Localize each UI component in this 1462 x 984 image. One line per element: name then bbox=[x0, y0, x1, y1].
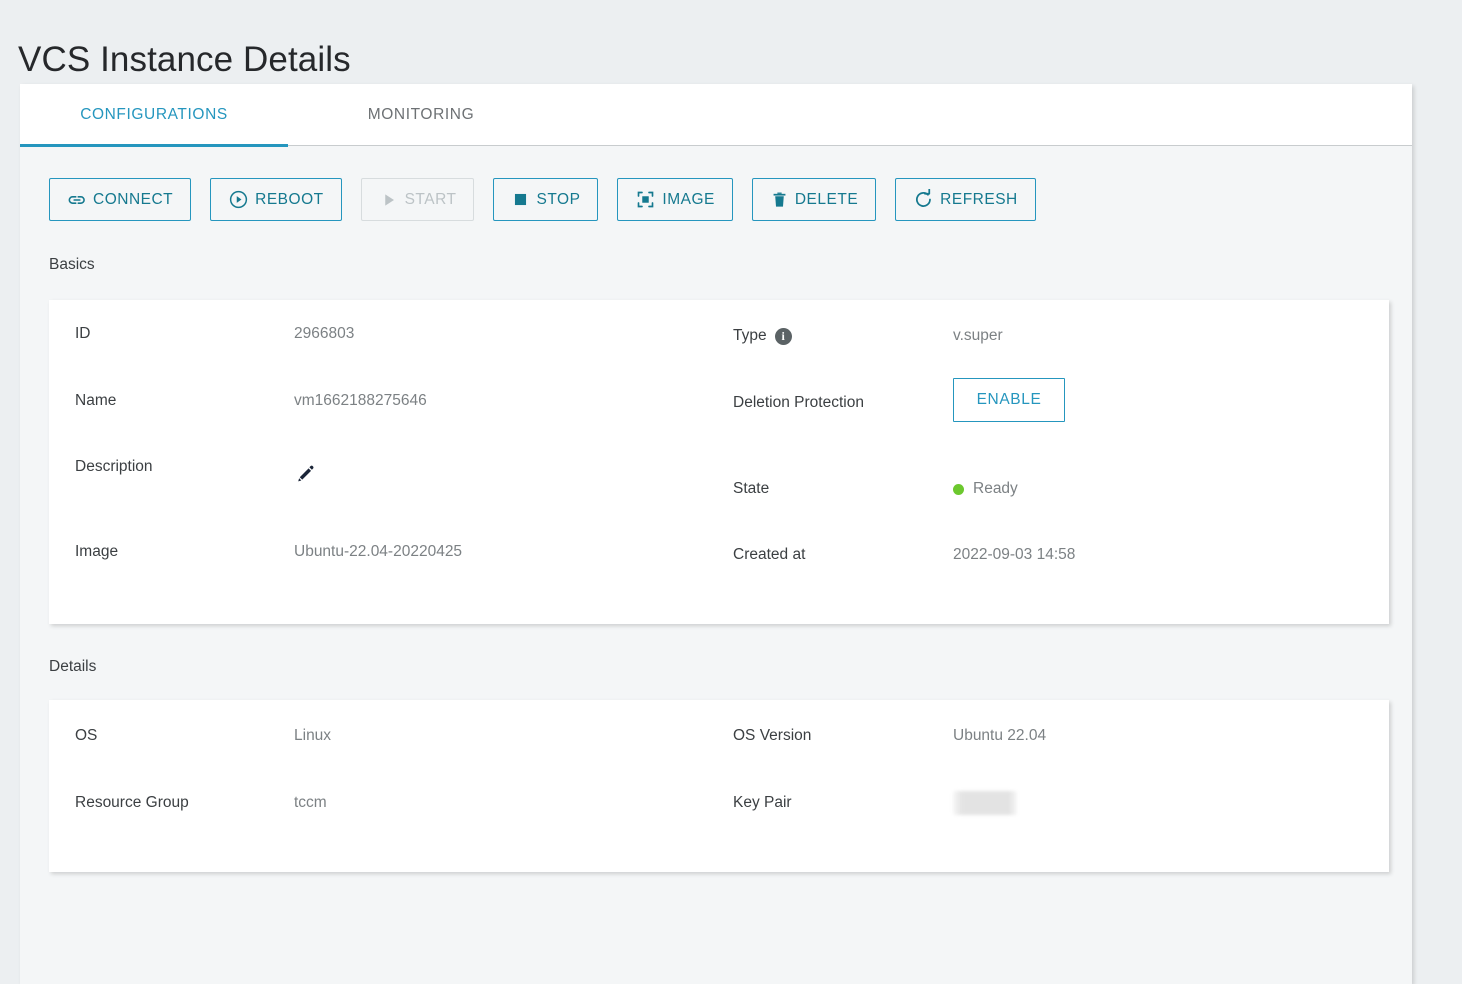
tab-configurations[interactable]: CONFIGURATIONS bbox=[20, 84, 288, 147]
enable-deletion-protection-button[interactable]: ENABLE bbox=[953, 378, 1065, 422]
image-button-label: IMAGE bbox=[662, 190, 715, 208]
reboot-play-circle-icon bbox=[228, 189, 249, 210]
refresh-icon bbox=[913, 189, 934, 210]
field-label-os: OS bbox=[75, 727, 98, 744]
link-icon bbox=[67, 190, 87, 210]
connect-button-label: CONNECT bbox=[93, 190, 174, 208]
stop-button[interactable]: STOP bbox=[493, 178, 599, 221]
delete-button[interactable]: DELETE bbox=[751, 178, 877, 221]
trash-icon bbox=[770, 190, 789, 210]
stop-square-icon bbox=[511, 190, 530, 209]
edit-pencil-icon[interactable] bbox=[294, 463, 316, 485]
action-toolbar: CONNECT REBOOT START STOP IMAGE DELETE R… bbox=[49, 178, 1036, 221]
section-heading-basics: Basics bbox=[49, 256, 95, 273]
field-label-key-pair: Key Pair bbox=[733, 794, 792, 811]
field-label-os-version: OS Version bbox=[733, 727, 812, 744]
field-label-type: Type i bbox=[733, 325, 792, 347]
instance-details-panel: CONFIGURATIONS MONITORING CONNECT REBOOT… bbox=[20, 84, 1412, 984]
play-triangle-icon bbox=[379, 190, 399, 210]
field-label-deletion-protection: Deletion Protection bbox=[733, 394, 864, 411]
section-heading-details: Details bbox=[49, 658, 97, 675]
reboot-button[interactable]: REBOOT bbox=[210, 178, 342, 221]
delete-button-label: DELETE bbox=[794, 190, 859, 208]
refresh-button-label: REFRESH bbox=[940, 190, 1018, 208]
field-value-resource-group: tccm bbox=[294, 794, 327, 811]
field-label-resource-group: Resource Group bbox=[75, 794, 189, 811]
field-value-id: 2966803 bbox=[294, 325, 355, 342]
tab-monitoring-label: MONITORING bbox=[367, 106, 475, 123]
status-badge: Ready bbox=[953, 478, 1018, 500]
basics-card: ID 2966803 Name vm1662188275646 Descript… bbox=[49, 300, 1389, 624]
field-value-type: v.super bbox=[953, 327, 1003, 344]
details-card: OS Linux Resource Group tccm OS Version … bbox=[49, 700, 1389, 872]
refresh-button[interactable]: REFRESH bbox=[895, 178, 1036, 221]
stop-button-label: STOP bbox=[536, 190, 581, 208]
field-value-state: Ready bbox=[973, 480, 1018, 497]
field-label-id: ID bbox=[75, 325, 91, 342]
tab-configurations-label: CONFIGURATIONS bbox=[80, 106, 228, 123]
image-snapshot-icon bbox=[635, 189, 656, 210]
tab-monitoring[interactable]: MONITORING bbox=[288, 84, 554, 146]
image-button[interactable]: IMAGE bbox=[617, 178, 733, 221]
field-label-state: State bbox=[733, 480, 770, 497]
field-value-created-at: 2022-09-03 14:58 bbox=[953, 546, 1076, 563]
start-button-label: START bbox=[404, 190, 457, 208]
start-button[interactable]: START bbox=[360, 178, 475, 221]
connect-button[interactable]: CONNECT bbox=[49, 178, 192, 221]
field-label-type-text: Type bbox=[733, 327, 767, 344]
field-value-os-version: Ubuntu 22.04 bbox=[953, 727, 1047, 744]
status-dot-icon bbox=[953, 483, 964, 495]
field-label-created-at: Created at bbox=[733, 546, 806, 563]
page-title: VCS Instance Details bbox=[18, 40, 351, 80]
tab-bar: CONFIGURATIONS MONITORING bbox=[20, 84, 1412, 147]
field-value-image: Ubuntu-22.04-20220425 bbox=[294, 543, 463, 560]
field-value-os: Linux bbox=[294, 727, 332, 744]
field-label-name: Name bbox=[75, 392, 117, 409]
field-value-name: vm1662188275646 bbox=[294, 392, 427, 409]
field-label-description: Description bbox=[75, 458, 153, 475]
field-value-key-pair-redacted bbox=[953, 791, 1017, 815]
info-icon[interactable]: i bbox=[774, 327, 792, 345]
reboot-button-label: REBOOT bbox=[255, 190, 324, 208]
field-label-image: Image bbox=[75, 543, 119, 560]
